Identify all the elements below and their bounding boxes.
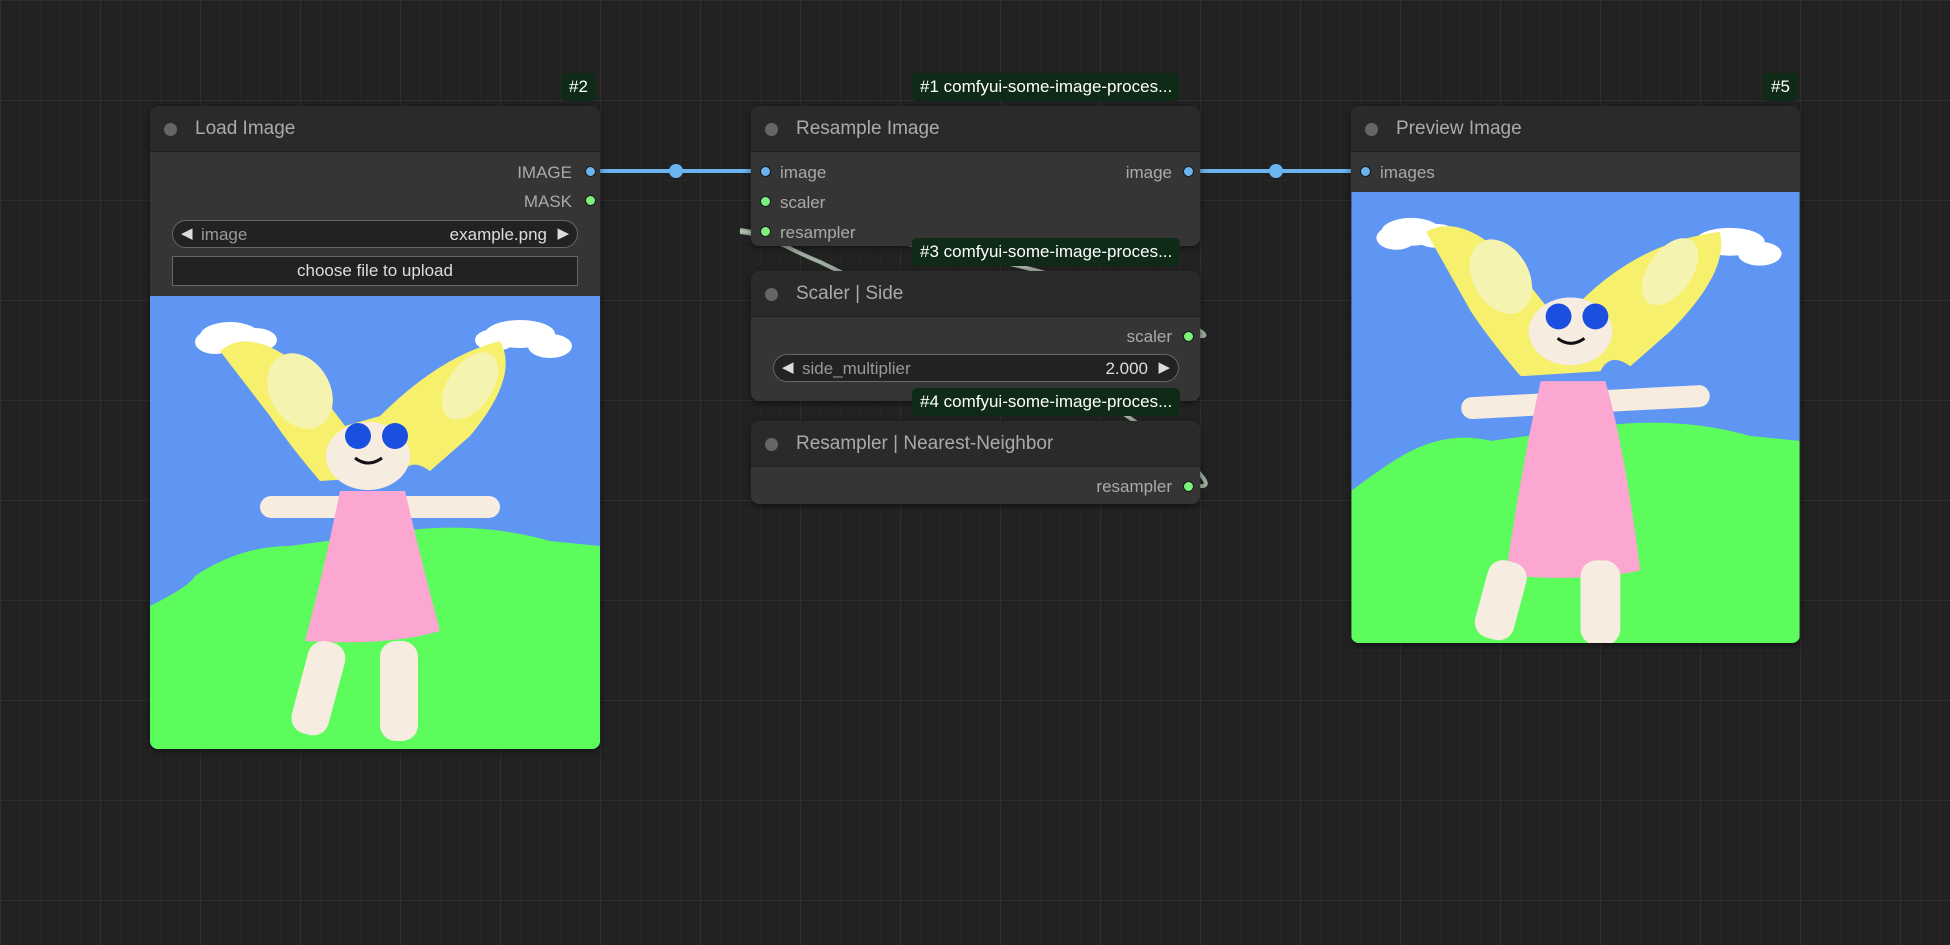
arrow-left-icon[interactable]: ◀: [782, 358, 794, 376]
node-title: Load Image: [195, 118, 296, 139]
node-id-badge: #1 comfyui-some-image-proces...: [912, 73, 1181, 101]
output-label-scaler: scaler: [1126, 327, 1172, 346]
output-slot-scaler[interactable]: [1183, 331, 1194, 342]
input-label-resampler: resampler: [780, 223, 856, 242]
node-title-bar[interactable]: Resampler | Nearest-Neighbor: [751, 421, 1200, 467]
node-id-badge: #4 comfyui-some-image-proces...: [912, 388, 1181, 416]
node-resampler-nearest-neighbor[interactable]: Resampler | Nearest-Neighbor resampler: [751, 421, 1200, 504]
arrow-right-icon[interactable]: ▶: [557, 224, 569, 242]
collapse-dot-icon[interactable]: [765, 288, 778, 301]
input-label-image: image: [780, 163, 827, 182]
collapse-dot-icon[interactable]: [164, 123, 177, 136]
output-slot-image[interactable]: [1183, 166, 1194, 177]
link-midpoint: [669, 164, 683, 178]
output-slot-mask[interactable]: [585, 195, 596, 206]
node-title: Preview Image: [1396, 118, 1522, 139]
input-slot-images[interactable]: [1360, 166, 1371, 177]
node-title: Resampler | Nearest-Neighbor: [796, 433, 1054, 454]
drawing-image: [1351, 192, 1800, 643]
input-label-images: images: [1380, 163, 1435, 182]
node-title-bar[interactable]: Load Image: [150, 106, 600, 152]
image-combo-widget[interactable]: ◀ image example.png ▶: [172, 220, 578, 248]
output-slot-resampler[interactable]: [1183, 481, 1194, 492]
node-load-image[interactable]: Load Image IMAGE MASK ◀ image example.pn…: [150, 106, 600, 749]
link-midpoint: [1269, 164, 1283, 178]
output-label-image: IMAGE: [517, 163, 572, 182]
collapse-dot-icon[interactable]: [1365, 123, 1378, 136]
node-title-bar[interactable]: Preview Image: [1351, 106, 1800, 152]
node-scaler-side[interactable]: Scaler | Side scaler ◀ side_multiplier 2…: [751, 271, 1200, 401]
node-title-bar[interactable]: Resample Image: [751, 106, 1200, 152]
node-title: Scaler | Side: [796, 283, 904, 304]
input-label-scaler: scaler: [780, 193, 826, 212]
output-slot-image[interactable]: [585, 166, 596, 177]
image-preview: [1351, 192, 1800, 643]
widget-value: example.png: [449, 225, 547, 244]
collapse-dot-icon[interactable]: [765, 438, 778, 451]
output-label-resampler: resampler: [1096, 477, 1172, 496]
input-slot-image[interactable]: [760, 166, 771, 177]
arrow-left-icon[interactable]: ◀: [181, 224, 193, 242]
output-label-image: image: [1125, 163, 1172, 182]
side-multiplier-widget[interactable]: ◀ side_multiplier 2.000 ▶: [773, 354, 1179, 382]
node-id-badge: #3 comfyui-some-image-proces...: [912, 238, 1181, 266]
image-preview: [150, 296, 600, 749]
node-id-badge: #2: [561, 73, 596, 101]
node-resample-image[interactable]: Resample Image image scaler resampler im…: [751, 106, 1200, 246]
widget-label: side_multiplier: [802, 359, 911, 378]
node-id-badge: #5: [1763, 73, 1798, 101]
widget-label: image: [201, 225, 248, 244]
input-slot-scaler[interactable]: [760, 196, 771, 207]
node-title: Resample Image: [796, 118, 940, 139]
widget-value: 2.000: [1105, 359, 1148, 378]
arrow-right-icon[interactable]: ▶: [1158, 358, 1170, 376]
node-preview-image[interactable]: Preview Image images: [1351, 106, 1800, 643]
graph-canvas[interactable]: #2 Load Image IMAGE MASK ◀ image example…: [0, 0, 1950, 945]
upload-button[interactable]: choose file to upload: [172, 256, 578, 286]
drawing-image: [150, 296, 600, 749]
collapse-dot-icon[interactable]: [765, 123, 778, 136]
input-slot-resampler[interactable]: [760, 226, 771, 237]
node-title-bar[interactable]: Scaler | Side: [751, 271, 1200, 317]
output-label-mask: MASK: [523, 192, 572, 211]
